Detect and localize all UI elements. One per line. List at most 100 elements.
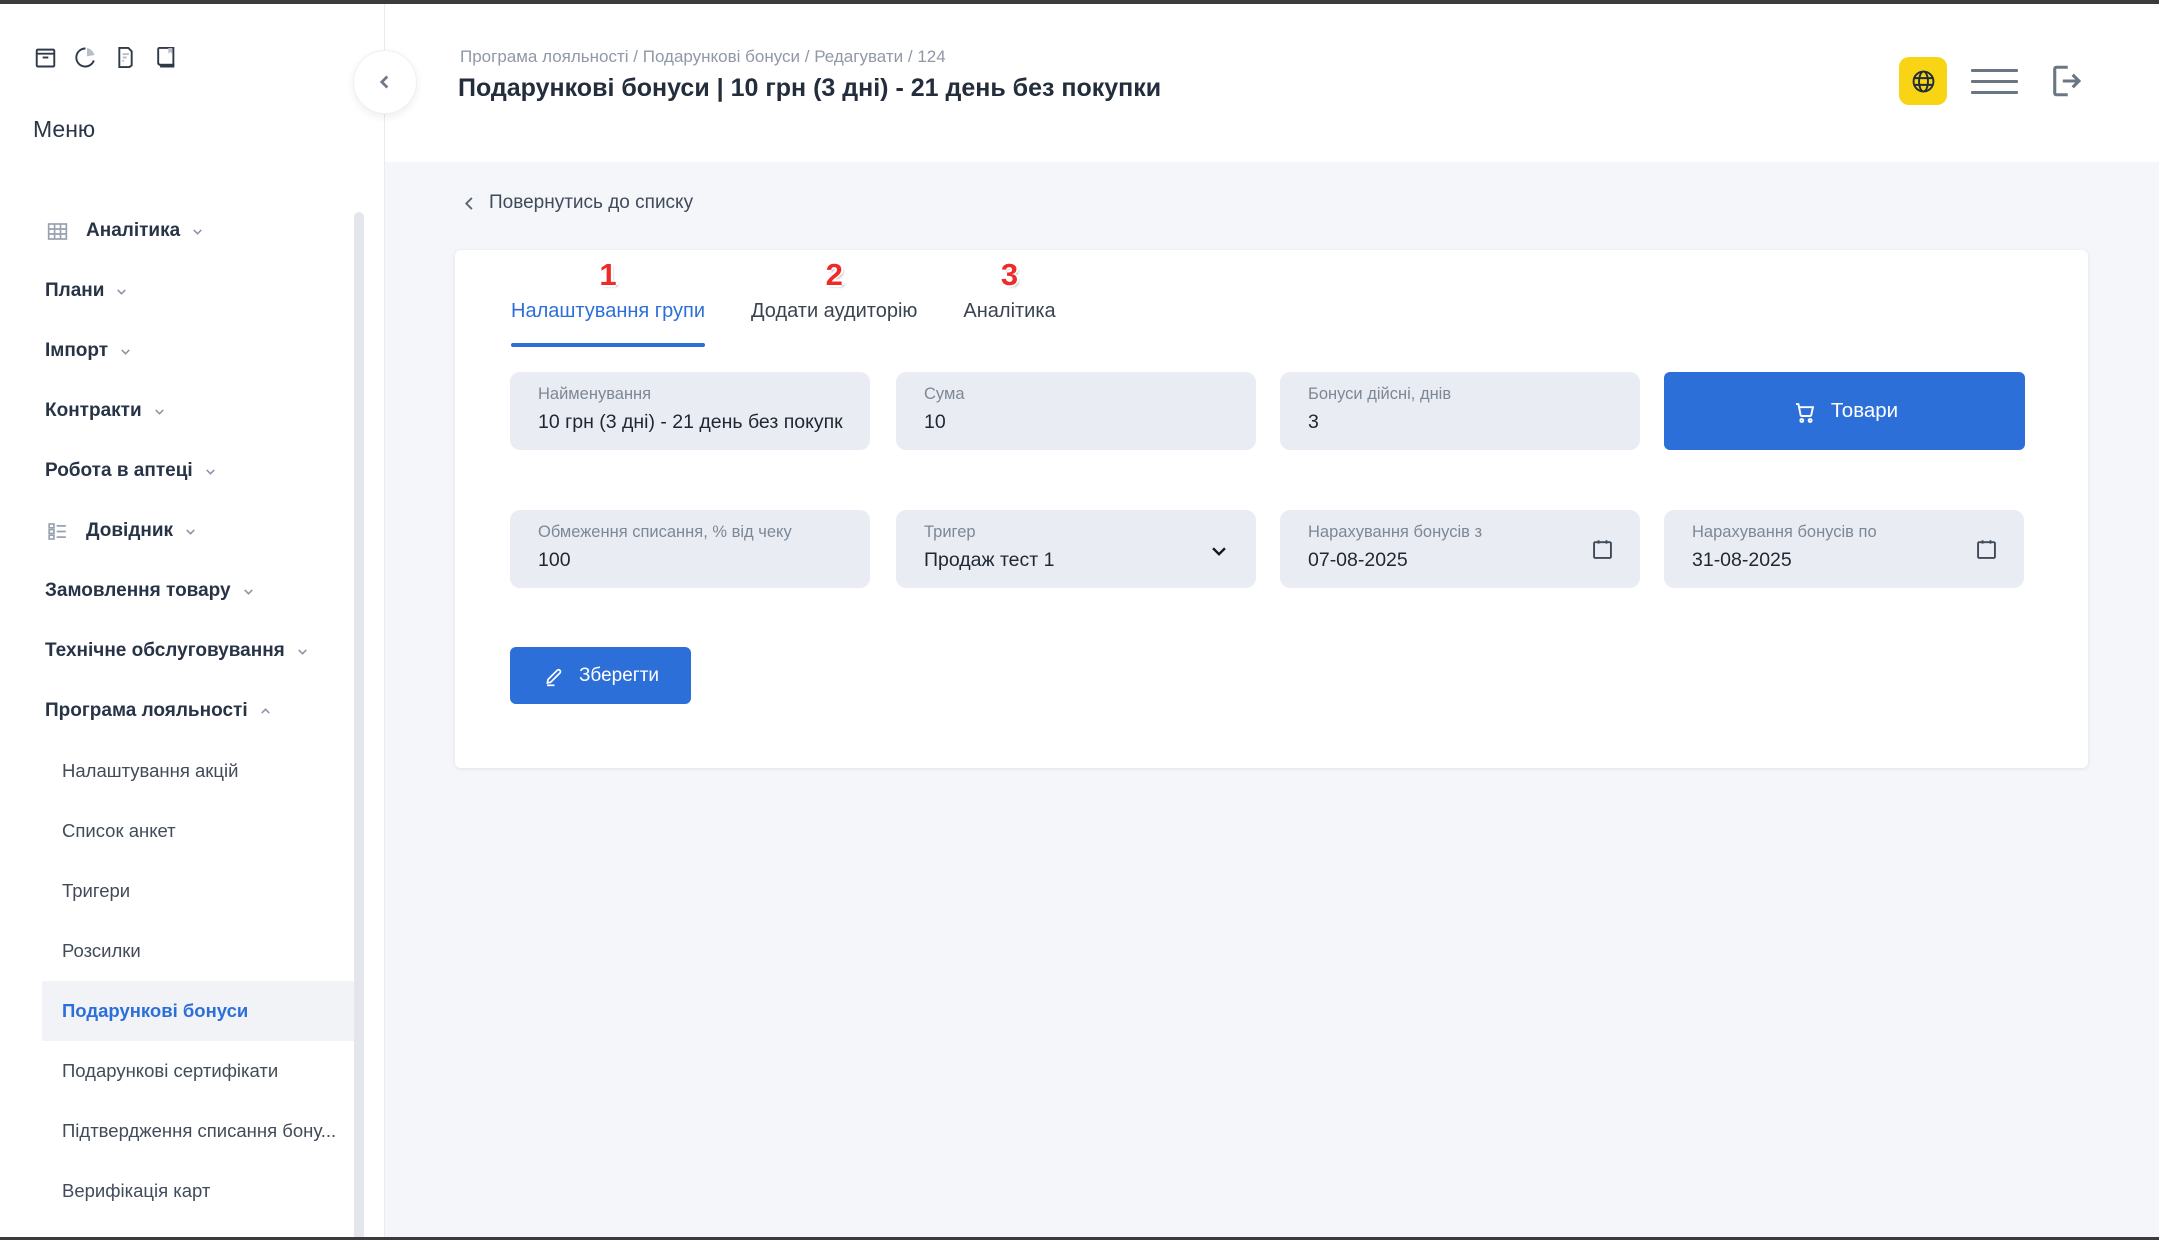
sidebar-collapse-button[interactable]: [353, 50, 417, 114]
sidebar-subitem-gift-certificates[interactable]: Подарункові сертифікати: [42, 1041, 357, 1101]
sidebar-item-loyalty-program[interactable]: Програма лояльності: [0, 681, 384, 741]
sidebar-subitem-label: Верифікація карт: [62, 1180, 210, 1202]
chevron-left-icon: [374, 71, 396, 93]
chevron-down-icon: [241, 584, 256, 599]
sidebar: Меню Аналітика Плани Імпорт Контракти: [0, 4, 384, 1237]
language-button[interactable]: [1899, 57, 1947, 105]
edit-card: 1 Налаштування групи 2 Додати аудиторію …: [455, 250, 2088, 768]
sidebar-subitem-label: Подарункові сертифікати: [62, 1060, 278, 1082]
logout-button[interactable]: [2042, 57, 2088, 105]
field-label: Найменування: [538, 385, 844, 404]
chevron-down-icon: [114, 284, 129, 299]
sidebar-subitem-card-verification[interactable]: Верифікація карт: [42, 1161, 357, 1221]
name-field[interactable]: Найменування 10 грн (3 дні) - 21 день бе…: [510, 372, 870, 450]
tab-group-settings[interactable]: 1 Налаштування групи: [511, 297, 705, 325]
chevron-down-icon: [183, 524, 198, 539]
chevron-up-icon: [258, 704, 273, 719]
archive-box-icon[interactable]: [32, 44, 59, 71]
sidebar-menu-title: Меню: [33, 116, 95, 143]
app-window: Меню Аналітика Плани Імпорт Контракти: [0, 0, 2159, 1240]
sidebar-item-plans[interactable]: Плани: [0, 261, 384, 321]
back-link-label: Повернутись до списку: [489, 192, 693, 214]
sidebar-subitem-questionnaires[interactable]: Список анкет: [42, 801, 357, 861]
chevron-down-icon: [203, 464, 218, 479]
sidebar-item-directory[interactable]: Довідник: [0, 501, 384, 561]
products-button[interactable]: Товари: [1664, 372, 2025, 450]
sidebar-scrollbar[interactable]: [354, 212, 364, 1240]
tab-analytics[interactable]: 3 Аналітика: [963, 297, 1055, 325]
calendar-icon[interactable]: [1589, 536, 1616, 563]
chevron-left-icon: [460, 194, 479, 213]
edit-pencil-icon: [542, 664, 566, 688]
tab-add-audience[interactable]: 2 Додати аудиторію: [751, 297, 917, 325]
sidebar-item-maintenance[interactable]: Технічне обслуговування: [0, 621, 384, 681]
back-to-list-link[interactable]: Повернутись до списку: [460, 192, 693, 214]
grid-icon: [45, 219, 70, 244]
book-icon[interactable]: [152, 44, 179, 71]
save-button-label: Зберегти: [579, 665, 659, 687]
sidebar-item-label: Замовлення товару: [45, 580, 231, 602]
tab-label: Налаштування групи: [511, 300, 705, 322]
chevron-down-icon: [152, 404, 167, 419]
sidebar-item-label: Імпорт: [45, 340, 108, 362]
document-icon[interactable]: [112, 44, 139, 71]
sidebar-subitem-gift-bonuses[interactable]: Подарункові бонуси: [42, 981, 357, 1041]
sidebar-subitem-label: Список анкет: [62, 820, 176, 842]
sidebar-subitem-promo-settings[interactable]: Налаштування акцій: [42, 741, 357, 801]
chevron-down-icon: [118, 344, 133, 359]
globe-icon: [1909, 67, 1938, 96]
field-value: Продаж тест 1: [924, 549, 1230, 572]
sum-field[interactable]: Сума 10: [896, 372, 1256, 450]
breadcrumb: Програма лояльності / Подарункові бонуси…: [460, 47, 946, 67]
sidebar-subitem-label: Розсилки: [62, 940, 141, 962]
sidebar-item-label: Довідник: [86, 520, 173, 542]
calendar-icon[interactable]: [1973, 536, 2000, 563]
sidebar-subitem-label: Підтвердження списання бону...: [62, 1120, 336, 1142]
page-title: Подарункові бонуси | 10 грн (3 дні) - 21…: [458, 74, 1161, 103]
tab-label: Аналітика: [963, 300, 1055, 322]
sidebar-item-label: Робота в аптеці: [45, 460, 193, 482]
sidebar-subitem-mailings[interactable]: Розсилки: [42, 921, 357, 981]
hamburger-menu-button[interactable]: [1971, 57, 2018, 105]
window-top-border: [0, 0, 2159, 4]
tab-label: Додати аудиторію: [751, 300, 917, 322]
pie-chart-icon[interactable]: [72, 44, 99, 71]
sidebar-subitem-label: Тригери: [62, 880, 130, 902]
annotation-2: 2: [826, 261, 843, 289]
sidebar-subitem-writeoff-confirmation[interactable]: Підтвердження списання бону...: [42, 1101, 357, 1161]
field-label: Нарахування бонусів з: [1308, 523, 1614, 542]
trigger-select[interactable]: Тригер Продаж тест 1: [896, 510, 1256, 588]
save-button[interactable]: Зберегти: [510, 647, 691, 704]
chevron-down-icon: [190, 224, 205, 239]
tab-bar: 1 Налаштування групи 2 Додати аудиторію …: [511, 297, 1056, 325]
products-button-label: Товари: [1831, 399, 1898, 423]
sidebar-item-analytics[interactable]: Аналітика: [0, 201, 384, 261]
field-label: Тригер: [924, 523, 1230, 542]
field-value: 100: [538, 549, 844, 572]
sidebar-item-import[interactable]: Імпорт: [0, 321, 384, 381]
list-icon: [45, 519, 70, 544]
accrual-to-field[interactable]: Нарахування бонусів по 31-08-2025: [1664, 510, 2024, 588]
sidebar-nav: Аналітика Плани Імпорт Контракти Робота …: [0, 201, 384, 1221]
sidebar-item-pharmacy-work[interactable]: Робота в аптеці: [0, 441, 384, 501]
sidebar-item-label: Програма лояльності: [45, 700, 248, 722]
sidebar-item-goods-order[interactable]: Замовлення товару: [0, 561, 384, 621]
annotation-3: 3: [1001, 261, 1018, 289]
field-value: 31-08-2025: [1692, 549, 1998, 572]
field-label: Бонуси дійсні, днів: [1308, 385, 1614, 404]
sidebar-divider: [384, 4, 385, 1237]
writeoff-limit-field[interactable]: Обмеження списання, % від чеку 100: [510, 510, 870, 588]
cart-icon: [1791, 398, 1818, 425]
field-label: Обмеження списання, % від чеку: [538, 523, 844, 542]
hamburger-line: [1971, 80, 2018, 83]
bonus-days-field[interactable]: Бонуси дійсні, днів 3: [1280, 372, 1640, 450]
field-value: 10 грн (3 дні) - 21 день без покупки: [538, 411, 844, 434]
sidebar-item-contracts[interactable]: Контракти: [0, 381, 384, 441]
sidebar-header-icons: [32, 44, 179, 71]
accrual-from-field[interactable]: Нарахування бонусів з 07-08-2025: [1280, 510, 1640, 588]
hamburger-line: [1971, 69, 2018, 72]
sidebar-subitem-triggers[interactable]: Тригери: [42, 861, 357, 921]
hamburger-line: [1971, 91, 2018, 94]
sidebar-item-label: Плани: [45, 280, 104, 302]
field-value: 3: [1308, 411, 1614, 434]
